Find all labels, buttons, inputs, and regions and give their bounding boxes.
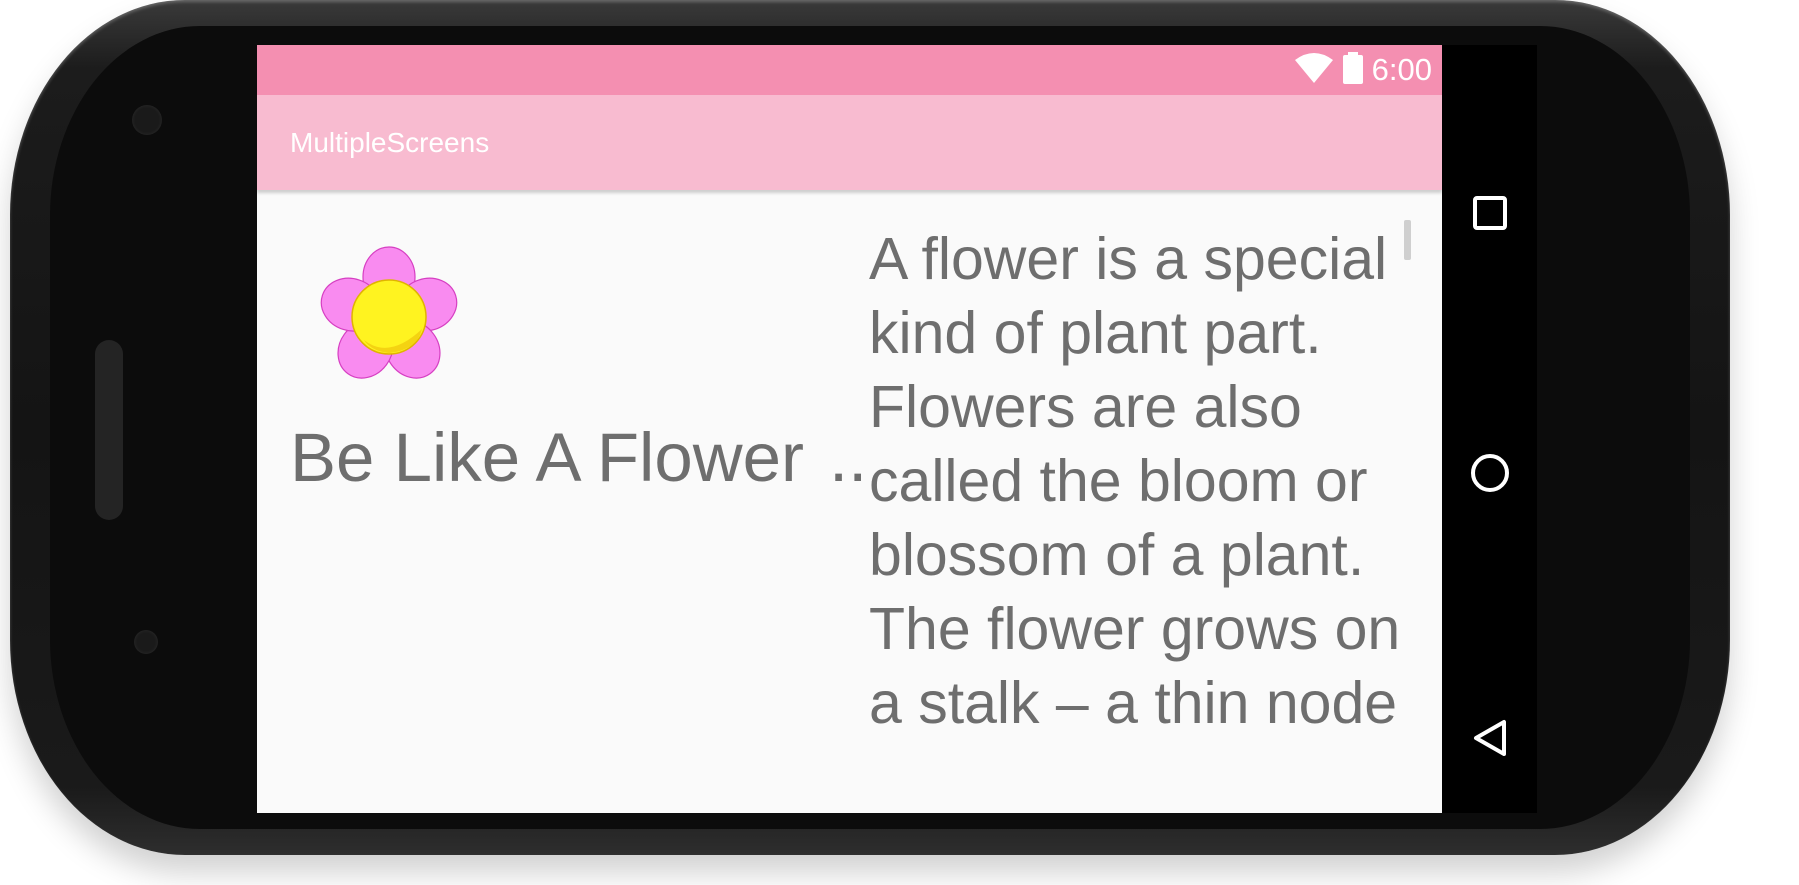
flower-image[interactable] <box>319 245 459 385</box>
status-clock: 6:00 <box>1371 52 1432 87</box>
main-content: Be Like A Flower .. A flower is a specia… <box>257 190 1442 813</box>
back-button[interactable] <box>1442 690 1537 785</box>
sensor-dot <box>134 630 158 654</box>
front-camera <box>132 105 162 135</box>
flower-description: A flower is a special kind of plant part… <box>869 226 1401 736</box>
recents-button[interactable] <box>1442 165 1537 260</box>
navigation-bar <box>1442 45 1537 813</box>
back-icon <box>1473 719 1506 756</box>
app-title: MultipleScreens <box>290 127 490 158</box>
title-ellipsis: .. <box>829 419 868 496</box>
scrollbar[interactable] <box>1404 220 1411 260</box>
battery-icon <box>1342 52 1364 88</box>
screen: 6:00 MultipleScreens Be Like A Flower ..… <box>257 45 1442 813</box>
recents-icon <box>1472 195 1507 230</box>
phone-speaker-grille <box>95 340 123 520</box>
status-bar: 6:00 <box>257 45 1442 95</box>
status-icons: 6:00 <box>1294 45 1432 95</box>
wifi-icon <box>1294 52 1334 88</box>
home-button[interactable] <box>1442 425 1537 520</box>
description-scroll-view[interactable]: A flower is a special kind of plant part… <box>869 222 1409 767</box>
flower-title: Be Like A Flower <box>290 419 804 496</box>
app-bar: MultipleScreens <box>257 95 1442 190</box>
home-icon <box>1470 453 1509 492</box>
